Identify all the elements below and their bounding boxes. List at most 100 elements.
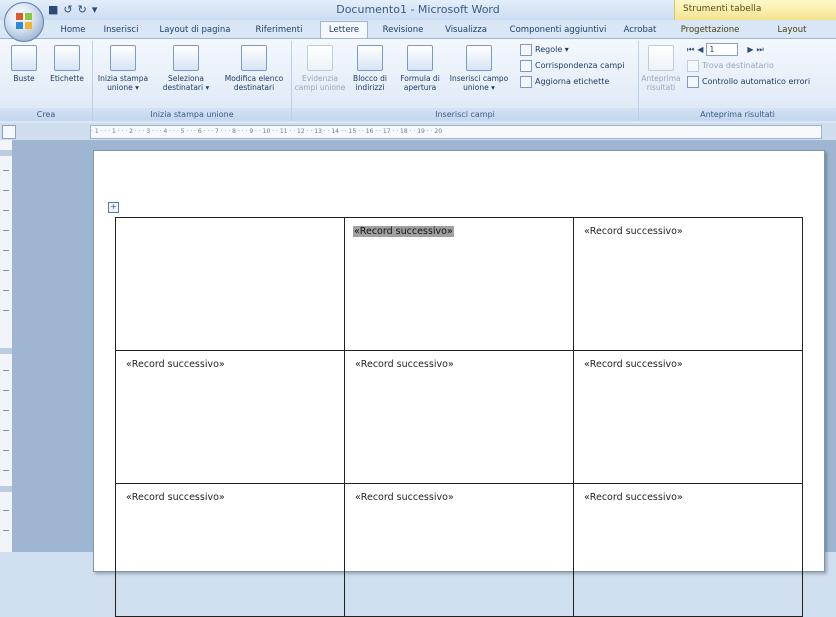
recipients-icon: [173, 45, 199, 71]
etichette-button[interactable]: Etichette: [46, 43, 88, 83]
modifica-elenco-label: Modifica elenco destinatari: [224, 74, 284, 92]
aggiorna-etichette-button[interactable]: Aggiorna etichette: [520, 75, 609, 88]
tab-inserisci[interactable]: Inserisci: [100, 22, 142, 38]
document-page[interactable]: + «Record successivo» «Record successivo…: [93, 150, 825, 617]
ruler-tick: [3, 430, 9, 431]
regole-button[interactable]: Regole ▾: [520, 43, 569, 56]
tab-layout[interactable]: Layout: [772, 22, 812, 38]
horizontal-ruler[interactable]: · 1 · · · 1 · · · 2 · · · 3 · · · 4 · · …: [90, 125, 822, 139]
ruler-tick: [3, 190, 9, 191]
tab-home[interactable]: Home: [56, 22, 90, 38]
table-cell[interactable]: «Record successivo»: [344, 350, 574, 484]
table-row: «Record successivo» «Record successivo»: [115, 217, 803, 351]
tab-acrobat[interactable]: Acrobat: [620, 22, 660, 38]
blocco-label: Blocco di indirizzi: [353, 74, 387, 92]
controllo-automatico-errori-button[interactable]: Controllo automatico errori: [687, 75, 810, 88]
auto-check-errors-icon: [687, 75, 699, 88]
office-button[interactable]: [4, 2, 44, 42]
group-anteprima-risultati: Anteprima risultati ⏮ ◀ 1 ▶ ⏭ Trova dest…: [639, 41, 836, 121]
last-record-icon[interactable]: ⏭: [757, 43, 764, 56]
first-record-icon[interactable]: ⏮: [687, 43, 694, 56]
tab-lettere[interactable]: Lettere: [320, 21, 368, 39]
title-bar: ■ ↺ ↻ ▾ Documento1 - Microsoft Word Stru…: [0, 0, 836, 21]
ruler-row-mark: [0, 348, 12, 354]
ruler-tick: [3, 510, 9, 511]
ruler-tick: [3, 230, 9, 231]
table-cell[interactable]: «Record successivo»: [344, 483, 574, 617]
table-cell[interactable]: [115, 217, 345, 351]
tab-riferimenti[interactable]: Riferimenti: [252, 22, 306, 38]
evidenzia-campi-unione-button[interactable]: Evidenzia campi unione: [294, 43, 346, 92]
inizia-stampa-unione-button[interactable]: Inizia stampa unione ▾: [97, 43, 149, 92]
ruler-row-mark: [0, 486, 12, 492]
regole-label: Regole ▾: [535, 45, 569, 54]
table-row: «Record successivo» «Record successivo» …: [115, 350, 803, 484]
ruler-tick: [3, 410, 9, 411]
table-move-handle-icon[interactable]: +: [108, 202, 119, 213]
rules-icon: [520, 43, 532, 56]
table-cell[interactable]: «Record successivo»: [344, 217, 574, 351]
envelope-icon: [11, 45, 37, 71]
aggiorna-label: Aggiorna etichette: [535, 77, 610, 86]
document-area[interactable]: + «Record successivo» «Record successivo…: [13, 140, 836, 617]
table-cell[interactable]: «Record successivo»: [573, 483, 803, 617]
ruler-tick: [3, 470, 9, 471]
vertical-ruler[interactable]: [0, 140, 13, 552]
ruler-margin-mark: [0, 150, 12, 156]
ruler-tick: [3, 450, 9, 451]
ruler-tick: [3, 390, 9, 391]
group-label-anteprima: Anteprima risultati: [639, 108, 836, 121]
update-labels-icon: [520, 75, 532, 88]
tab-stop-selector[interactable]: [2, 125, 16, 139]
next-record-icon[interactable]: ▶: [747, 43, 753, 56]
ribbon: Buste Etichette Crea Inizia stampa union…: [0, 38, 836, 124]
match-fields-icon: [520, 59, 532, 72]
tab-progettazione[interactable]: Progettazione: [676, 22, 744, 38]
highlight-fields-icon: [307, 45, 333, 71]
tab-visualizza[interactable]: Visualizza: [440, 22, 492, 38]
ruler-tick: [3, 530, 9, 531]
find-recipient-icon: [687, 59, 699, 72]
seleziona-destinatari-button[interactable]: Seleziona destinatari ▾: [157, 43, 215, 92]
tab-layout-di-pagina[interactable]: Layout di pagina: [158, 22, 232, 38]
formula-di-apertura-button[interactable]: Formula di apertura: [396, 43, 444, 92]
table-cell[interactable]: «Record successivo»: [573, 350, 803, 484]
buste-label: Buste: [13, 74, 35, 83]
ruler-tick: [3, 370, 9, 371]
inserisci-campo-unione-button[interactable]: Inserisci campo unione ▾: [448, 43, 510, 92]
ribbon-tabs: Home Inserisci Layout di pagina Riferime…: [0, 20, 836, 39]
labels-table: «Record successivo» «Record successivo» …: [115, 217, 803, 617]
trova-destinatario-button[interactable]: Trova destinatario: [687, 59, 774, 72]
document-mail-icon: [110, 45, 136, 71]
previous-record-icon[interactable]: ◀: [697, 43, 703, 56]
preview-icon: [648, 45, 674, 71]
table-cell[interactable]: «Record successivo»: [573, 217, 803, 351]
anteprima-risultati-button[interactable]: Anteprima risultati: [641, 43, 681, 92]
cell-text: «Record successivo»: [126, 359, 225, 370]
blocco-di-indirizzi-button[interactable]: Blocco di indirizzi: [348, 43, 392, 92]
corrispondenza-label: Corrispondenza campi: [535, 61, 625, 70]
tab-revisione[interactable]: Revisione: [378, 22, 428, 38]
ruler-tick: [3, 270, 9, 271]
ruler-tick: [3, 310, 9, 311]
ruler-row: · 1 · · · 1 · · · 2 · · · 3 · · · 4 · · …: [0, 123, 836, 140]
group-crea: Buste Etichette Crea: [0, 41, 93, 121]
cell-text: «Record successivo»: [584, 492, 683, 503]
inizia-stampa-unione-label: Inizia stampa unione ▾: [97, 74, 149, 92]
modifica-elenco-destinatari-button[interactable]: Modifica elenco destinatari: [221, 43, 287, 92]
greeting-line-icon: [407, 45, 433, 71]
context-tools-label: Strumenti tabella: [683, 4, 762, 14]
labels-icon: [54, 45, 80, 71]
controllo-label: Controllo automatico errori: [702, 77, 811, 86]
table-cell[interactable]: «Record successivo»: [115, 350, 345, 484]
group-inserisci-campi: Evidenzia campi unione Blocco di indiriz…: [292, 41, 639, 121]
group-label-inizia: Inizia stampa unione: [93, 108, 291, 121]
table-cell[interactable]: «Record successivo»: [115, 483, 345, 617]
address-block-icon: [357, 45, 383, 71]
ruler-tick: [3, 170, 9, 171]
cell-text: «Record successivo»: [126, 492, 225, 503]
corrispondenza-campi-button[interactable]: Corrispondenza campi: [520, 59, 624, 72]
tab-componenti-aggiuntivi[interactable]: Componenti aggiuntivi: [506, 22, 610, 38]
buste-button[interactable]: Buste: [4, 43, 44, 83]
record-number-input[interactable]: 1: [706, 43, 739, 56]
